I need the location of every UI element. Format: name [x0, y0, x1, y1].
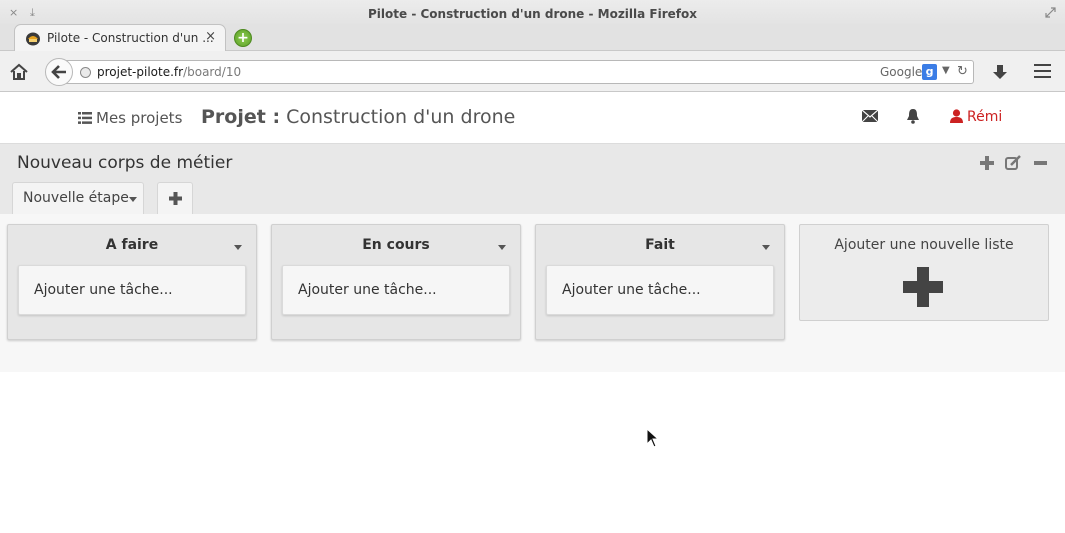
- board-header: Nouveau corps de métier Nouvelle étape: [0, 144, 1065, 214]
- add-list-button[interactable]: Ajouter une nouvelle liste: [799, 224, 1049, 321]
- stage-tab-dropdown[interactable]: Nouvelle étape: [12, 182, 144, 214]
- add-stage-button[interactable]: [157, 182, 193, 214]
- board-actions: [978, 154, 1058, 174]
- hamburger-menu-icon[interactable]: [1034, 64, 1051, 78]
- list-title: A faire: [105, 237, 159, 253]
- google-search-icon[interactable]: g: [922, 64, 937, 80]
- add-task-button[interactable]: Ajouter une tâche...: [546, 265, 774, 315]
- project-label: Projet :: [201, 106, 281, 128]
- user-name: Rémi: [967, 109, 1003, 125]
- tab-close-icon[interactable]: ×: [205, 30, 216, 44]
- list-column: A faire Ajouter une tâche...: [7, 224, 257, 340]
- search-engine-label[interactable]: Google: [880, 65, 922, 79]
- list-title: En cours: [362, 237, 430, 253]
- plus-icon: [903, 267, 943, 307]
- plus-icon[interactable]: [978, 154, 996, 172]
- user-icon: [950, 109, 963, 123]
- stage-tab-label: Nouvelle étape: [23, 190, 129, 206]
- download-icon[interactable]: [990, 62, 1010, 82]
- search-dropdown-icon[interactable]: ▼: [942, 65, 950, 76]
- list-icon: [78, 112, 92, 124]
- home-icon[interactable]: [9, 62, 29, 82]
- bell-icon[interactable]: [906, 108, 920, 124]
- app-header: Mes projets Projet : Construction d'un d…: [0, 92, 1065, 144]
- window-title: Pilote - Construction d'un drone - Mozil…: [368, 7, 697, 21]
- mail-icon[interactable]: [862, 110, 878, 122]
- back-arrow-icon: [51, 65, 66, 79]
- project-name: Construction d'un drone: [286, 106, 516, 128]
- window-maximize-icon[interactable]: [1045, 7, 1056, 18]
- mouse-pointer-icon: [646, 428, 658, 448]
- project-title: Projet : Construction d'un drone: [201, 106, 515, 128]
- plus-icon: [169, 192, 182, 205]
- board-title: Nouveau corps de métier: [17, 153, 233, 173]
- add-task-label: Ajouter une tâche...: [34, 282, 173, 298]
- list-menu-caret-icon[interactable]: [762, 245, 770, 250]
- board-area: Nouveau corps de métier Nouvelle étape A…: [0, 144, 1065, 372]
- window-titlebar: × ⤓ Pilote - Construction d'un drone - M…: [0, 0, 1065, 27]
- browser-navbar: projet-pilote.fr/board/10 Google g ▼ ↻: [0, 51, 1065, 92]
- caret-down-icon: [129, 197, 137, 202]
- url-text[interactable]: projet-pilote.fr/board/10: [97, 65, 241, 79]
- list-menu-caret-icon[interactable]: [234, 245, 242, 250]
- add-task-button[interactable]: Ajouter une tâche...: [282, 265, 510, 315]
- user-menu[interactable]: Rémi: [950, 109, 1002, 125]
- browser-tab-title: Pilote - Construction d'un ...: [47, 31, 214, 45]
- board-lists: A faire Ajouter une tâche... En cours Aj…: [0, 224, 1065, 344]
- globe-icon: [80, 67, 91, 78]
- reload-icon[interactable]: ↻: [957, 64, 968, 79]
- my-projects-label: Mes projets: [96, 109, 183, 127]
- url-bar[interactable]: projet-pilote.fr/board/10 Google g ▼ ↻: [62, 60, 974, 84]
- my-projects-link[interactable]: Mes projets: [78, 109, 182, 127]
- browser-tab[interactable]: Pilote - Construction d'un ... ×: [14, 24, 226, 51]
- add-task-label: Ajouter une tâche...: [562, 282, 701, 298]
- new-tab-button[interactable]: +: [234, 29, 252, 47]
- favicon-helmet-icon: [26, 32, 40, 46]
- list-title: Fait: [645, 237, 675, 253]
- list-menu-caret-icon[interactable]: [498, 245, 506, 250]
- add-list-label: Ajouter une nouvelle liste: [834, 237, 1014, 253]
- list-column: Fait Ajouter une tâche...: [535, 224, 785, 340]
- back-button[interactable]: [45, 58, 73, 86]
- browser-tab-strip: Pilote - Construction d'un ... × +: [0, 24, 1065, 51]
- add-task-button[interactable]: Ajouter une tâche...: [18, 265, 246, 315]
- edit-icon[interactable]: [1004, 154, 1022, 172]
- minus-icon[interactable]: [1032, 154, 1050, 172]
- list-column: En cours Ajouter une tâche...: [271, 224, 521, 340]
- add-task-label: Ajouter une tâche...: [298, 282, 437, 298]
